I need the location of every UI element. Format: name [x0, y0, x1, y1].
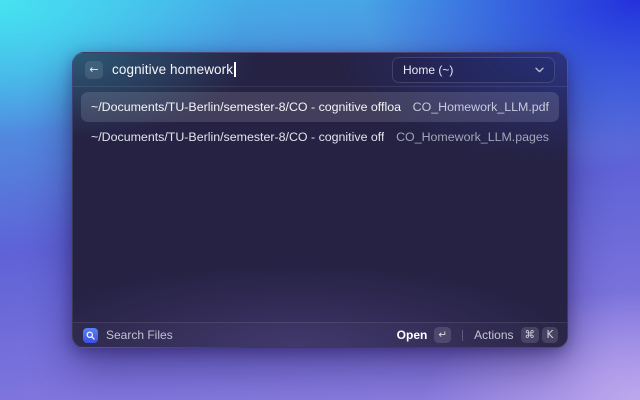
chevron-down-icon	[535, 67, 544, 73]
footer-app-name: Search Files	[106, 328, 173, 342]
result-filename: CO_Homework_LLM.pages	[396, 130, 549, 144]
open-button[interactable]: Open	[397, 328, 428, 342]
result-row-selected[interactable]: ~/Documents/TU-Berlin/semester-8/CO - co…	[81, 92, 559, 122]
footer-divider	[462, 330, 463, 341]
result-path: ~/Documents/TU-Berlin/semester-8/CO - co…	[91, 130, 384, 144]
result-path: ~/Documents/TU-Berlin/semester-8/CO - co…	[91, 100, 401, 114]
result-row[interactable]: ~/Documents/TU-Berlin/semester-8/CO - co…	[81, 122, 559, 152]
empty-results-area	[73, 152, 567, 322]
search-files-icon	[83, 328, 98, 343]
k-key-badge: K	[542, 327, 558, 343]
launcher-window: ← cognitive homework Home (~) ~/Document…	[72, 52, 568, 348]
actions-button[interactable]: Actions	[474, 328, 513, 342]
enter-key-badge: ↵	[434, 327, 451, 343]
scope-dropdown-value: Home (~)	[403, 63, 453, 77]
cmd-key-badge: ⌘	[521, 327, 540, 343]
back-button[interactable]: ←	[85, 61, 103, 79]
search-input[interactable]: cognitive homework	[112, 62, 236, 77]
left-arrow-icon: ←	[89, 63, 98, 76]
scope-dropdown[interactable]: Home (~)	[392, 57, 555, 83]
result-filename: CO_Homework_LLM.pdf	[413, 100, 549, 114]
footer-bar: Search Files Open ↵ Actions ⌘ K	[73, 322, 567, 347]
footer-actions: Open ↵ Actions ⌘ K	[397, 327, 558, 343]
results-list: ~/Documents/TU-Berlin/semester-8/CO - co…	[73, 87, 567, 152]
search-input-value: cognitive homework	[112, 62, 233, 77]
search-header: ← cognitive homework Home (~)	[73, 53, 567, 87]
text-caret	[234, 62, 236, 77]
